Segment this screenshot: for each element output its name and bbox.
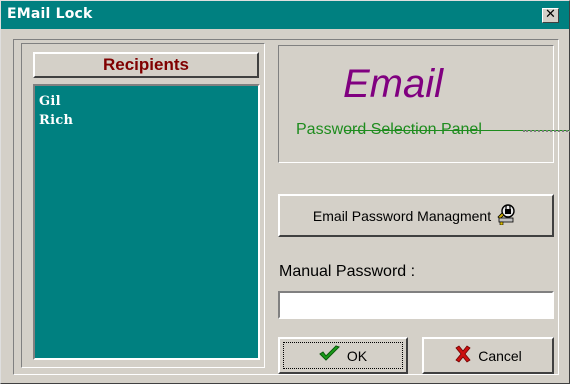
- list-item[interactable]: Rich: [39, 111, 258, 130]
- cancel-button[interactable]: Cancel: [422, 337, 554, 374]
- focus-rectangle: [283, 342, 403, 369]
- recipients-list[interactable]: Gil Rich: [33, 84, 260, 360]
- x-cross-icon: [454, 345, 472, 366]
- dotted-leader-line: [523, 130, 570, 132]
- title-bar: EMail Lock ✕: [1, 1, 569, 29]
- close-icon: ✕: [545, 7, 556, 22]
- window-title: EMail Lock: [7, 6, 93, 22]
- email-lock-window: EMail Lock ✕ Recipients Gil Rich Email P…: [0, 0, 570, 384]
- manual-password-input[interactable]: [278, 291, 554, 319]
- management-button-label: Email Password Managment: [312, 207, 492, 224]
- ok-button[interactable]: OK: [278, 337, 408, 374]
- key-lock-icon: [495, 203, 519, 228]
- email-panel-title: Email: [343, 62, 444, 106]
- list-item[interactable]: Gil: [39, 92, 258, 111]
- cancel-button-label: Cancel: [478, 347, 522, 364]
- manual-password-label: Manual Password :: [279, 263, 416, 280]
- email-password-management-button[interactable]: Email Password Managment: [278, 194, 554, 237]
- close-button[interactable]: ✕: [542, 8, 559, 23]
- recipients-header[interactable]: Recipients: [33, 52, 259, 78]
